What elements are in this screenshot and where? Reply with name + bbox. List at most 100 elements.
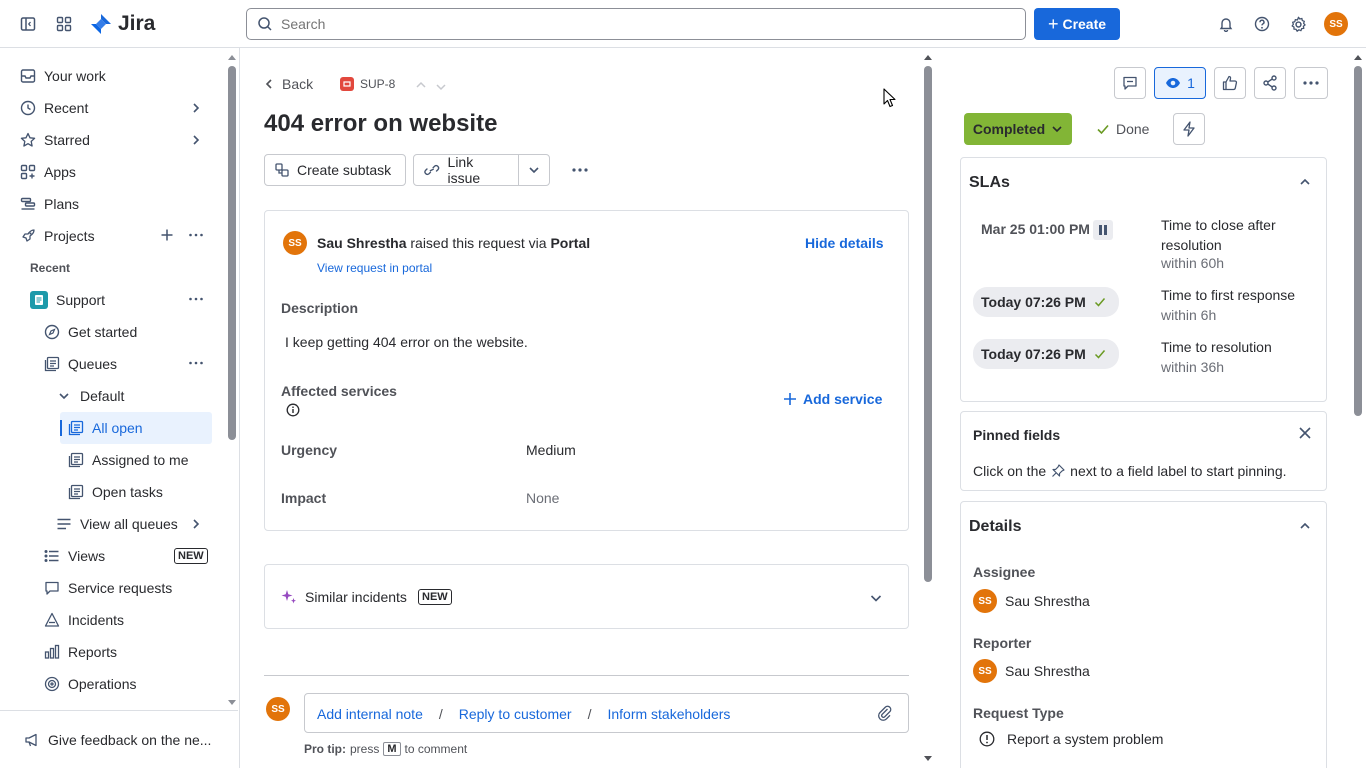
sidebar-item-default-group[interactable]: Default — [56, 380, 196, 412]
issue-key-breadcrumb[interactable]: SUP-8 — [340, 77, 395, 91]
subtask-icon — [275, 163, 289, 177]
sidebar-item-operations[interactable]: Operations — [44, 668, 210, 700]
more-icon[interactable] — [188, 228, 204, 242]
description-text[interactable]: I keep getting 404 error on the website. — [285, 334, 528, 350]
chevron-right-icon[interactable] — [190, 102, 202, 114]
reporter-field[interactable]: SS Sau Shrestha — [973, 659, 1090, 683]
sidebar-item-your-work[interactable]: Your work — [20, 60, 220, 92]
sidebar-item-get-started[interactable]: Get started — [44, 316, 204, 348]
similar-incidents-panel[interactable]: Similar incidents NEW — [264, 564, 909, 629]
reporter-name: Sau Shrestha — [1005, 663, 1090, 679]
hide-details-button[interactable]: Hide details — [805, 235, 884, 251]
sidebar-item-label: Queues — [68, 356, 118, 372]
status-dropdown[interactable]: Completed — [964, 113, 1072, 145]
notifications-icon[interactable] — [1212, 10, 1240, 38]
scroll-up-arrow[interactable] — [922, 52, 934, 62]
search-icon — [258, 17, 272, 31]
chevron-down-icon — [529, 167, 539, 174]
scroll-up-arrow[interactable] — [1352, 52, 1364, 62]
impact-value[interactable]: None — [526, 490, 559, 506]
link-issue-button[interactable]: Link issue — [413, 154, 519, 186]
chevron-right-icon[interactable] — [190, 134, 202, 146]
info-icon[interactable] — [286, 403, 300, 417]
sidebar-item-label: Service requests — [68, 580, 173, 596]
sidebar-item-queues[interactable]: Queues — [44, 348, 174, 380]
attachment-icon[interactable] — [877, 705, 893, 721]
new-badge: NEW — [418, 589, 452, 605]
watchers-button[interactable]: 1 — [1154, 67, 1206, 99]
sidebar-item-view-all-queues[interactable]: View all queues — [56, 508, 206, 540]
slas-title: SLAs — [969, 174, 1010, 191]
sidebar-item-label: Recent — [44, 100, 89, 116]
chevron-down-icon[interactable] — [869, 591, 883, 605]
request-type-value: Report a system problem — [1007, 731, 1164, 747]
user-avatar[interactable]: SS — [1324, 12, 1348, 36]
settings-gear-icon[interactable] — [1284, 10, 1312, 38]
project-more-icon[interactable] — [188, 292, 204, 306]
sidebar-item-incidents[interactable]: Incidents — [44, 604, 210, 636]
scroll-down-arrow[interactable] — [226, 698, 238, 708]
comment-box[interactable]: Add internal note / Reply to customer / … — [304, 693, 909, 733]
view-in-portal-link[interactable]: View request in portal — [317, 261, 432, 275]
sidebar-item-projects[interactable]: Projects — [20, 220, 160, 252]
reply-to-customer-link[interactable]: Reply to customer — [459, 706, 572, 722]
queues-more-icon[interactable] — [188, 356, 204, 370]
slas-panel: SLAs Mar 25 01:00 PM Time to close after… — [960, 157, 1327, 402]
main-scrollbar-thumb[interactable] — [924, 66, 932, 582]
give-feedback-link[interactable]: Give feedback on the ne... — [24, 724, 224, 756]
sidebar-item-open-tasks[interactable]: Open tasks — [68, 476, 208, 508]
create-button[interactable]: + Create — [1034, 8, 1120, 40]
urgency-value[interactable]: Medium — [526, 442, 576, 458]
pinned-hint-before: Click on the — [973, 463, 1047, 479]
pinned-fields-hint: Click on the next to a field label to st… — [973, 463, 1287, 479]
assignee-field[interactable]: SS Sau Shrestha — [973, 589, 1090, 613]
sidebar-item-label: Apps — [44, 164, 76, 180]
sidebar-item-support-project[interactable]: Support — [30, 284, 180, 316]
more-options-button[interactable] — [1294, 67, 1328, 99]
close-icon[interactable] — [1298, 426, 1312, 440]
create-label: Create — [1062, 16, 1107, 32]
chevron-right-icon[interactable] — [190, 518, 202, 530]
add-service-button[interactable]: Add service — [783, 391, 882, 407]
sidebar-item-apps[interactable]: Apps — [20, 156, 220, 188]
automation-button[interactable] — [1173, 113, 1205, 145]
create-subtask-button[interactable]: Create subtask — [264, 154, 406, 186]
sidebar-item-assigned-to-me[interactable]: Assigned to me — [68, 444, 208, 476]
inform-stakeholders-link[interactable]: Inform stakeholders — [607, 706, 730, 722]
request-type-field[interactable]: Report a system problem — [979, 731, 1163, 747]
side-panel-scrollbar-thumb[interactable] — [1354, 66, 1362, 416]
requester-name[interactable]: Sau Shrestha — [317, 235, 406, 251]
add-internal-note-link[interactable]: Add internal note — [317, 706, 423, 722]
impact-label: Impact — [281, 490, 327, 506]
help-icon[interactable] — [1248, 10, 1276, 38]
app-switcher-icon[interactable] — [50, 10, 78, 38]
share-button[interactable] — [1254, 67, 1286, 99]
sidebar-scrollbar-thumb[interactable] — [228, 66, 236, 440]
previous-issue-icon[interactable] — [416, 80, 426, 90]
more-icon — [1303, 81, 1319, 85]
sidebar-item-plans[interactable]: Plans — [20, 188, 220, 220]
jira-logo[interactable]: Jira — [90, 12, 155, 36]
megaphone-icon — [24, 732, 40, 748]
scroll-up-arrow[interactable] — [226, 52, 238, 62]
details-title: Details — [969, 518, 1022, 535]
search-box[interactable] — [246, 8, 1026, 40]
add-project-icon[interactable] — [160, 228, 174, 242]
sidebar-item-service-requests[interactable]: Service requests — [44, 572, 210, 604]
next-issue-icon[interactable] — [436, 82, 446, 92]
sidebar-item-reports[interactable]: Reports — [44, 636, 210, 668]
more-actions-icon[interactable] — [570, 162, 594, 178]
back-button[interactable]: Back — [264, 76, 313, 92]
sidebar-item-all-open[interactable]: All open — [60, 412, 212, 444]
vote-button[interactable] — [1214, 67, 1246, 99]
chevron-up-icon[interactable] — [1299, 176, 1311, 188]
chevron-up-icon[interactable] — [1299, 520, 1311, 532]
scroll-down-arrow[interactable] — [922, 754, 934, 764]
assignee-name: Sau Shrestha — [1005, 593, 1090, 609]
queue-icon — [68, 420, 84, 436]
feedback-button[interactable] — [1114, 67, 1146, 99]
search-input[interactable] — [281, 16, 981, 32]
sidebar-toggle-icon[interactable] — [14, 10, 42, 38]
link-issue-dropdown[interactable] — [518, 154, 550, 186]
issue-title[interactable]: 404 error on website — [264, 110, 497, 138]
